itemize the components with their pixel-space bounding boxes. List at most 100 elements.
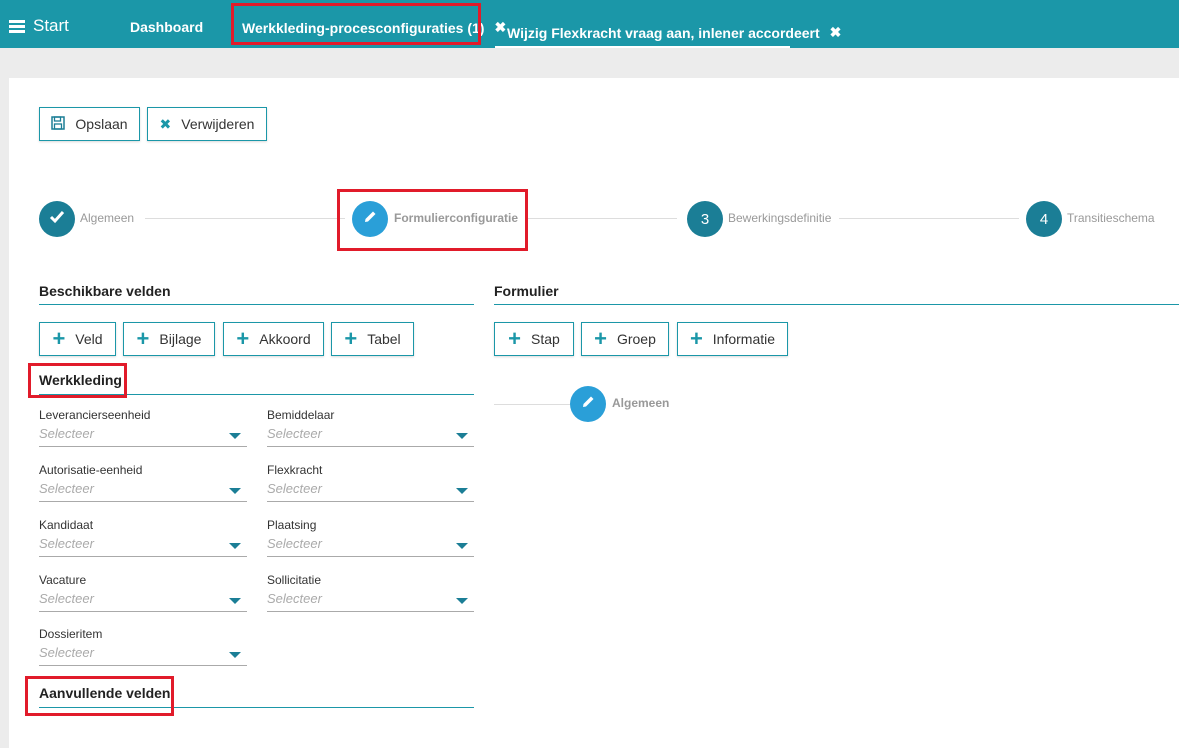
check-icon — [49, 210, 65, 228]
caret-down-icon — [229, 488, 241, 494]
add-veld-button[interactable]: + Veld — [39, 322, 116, 356]
field-label: Bemiddelaar — [267, 408, 335, 422]
field-label: Autorisatie-eenheid — [39, 463, 143, 477]
select-placeholder: Selecteer — [267, 536, 322, 551]
select-placeholder: Selecteer — [267, 426, 322, 441]
sollicitatie-select[interactable]: Selecteer — [267, 591, 474, 612]
button-label: Veld — [75, 331, 103, 347]
step-3-label: Bewerkingsdefinitie — [728, 211, 832, 225]
divider — [494, 304, 1179, 305]
select-placeholder: Selecteer — [267, 591, 322, 606]
plus-icon: + — [508, 326, 522, 351]
caret-down-icon — [456, 488, 468, 494]
plus-icon: + — [236, 326, 250, 351]
step-3[interactable]: 3 — [687, 201, 723, 237]
tab-wijzig-flexkracht[interactable]: Wijzig Flexkracht vraag aan, inlener acc… — [495, 12, 841, 48]
field-label: Dossieritem — [39, 627, 103, 641]
form-step-algemeen[interactable] — [570, 386, 606, 422]
close-icon[interactable]: ✖ — [830, 24, 842, 41]
pencil-icon — [362, 209, 378, 229]
delete-label: Verwijderen — [181, 116, 255, 132]
step-number: 4 — [1039, 210, 1049, 228]
add-bijlage-button[interactable]: + Bijlage — [123, 322, 215, 356]
field-label: Sollicitatie — [267, 573, 322, 587]
pencil-icon — [580, 394, 596, 414]
kandidaat-select[interactable]: Selecteer — [39, 536, 247, 557]
start-label: Start — [33, 16, 69, 35]
select-placeholder: Selecteer — [39, 426, 94, 441]
form-step-label: Algemeen — [612, 396, 670, 410]
add-akkoord-button[interactable]: + Akkoord — [223, 322, 324, 356]
add-stap-button[interactable]: + Stap — [494, 322, 574, 356]
dossieritem-select[interactable]: Selecteer — [39, 645, 247, 666]
tab-dashboard[interactable]: Dashboard — [130, 19, 203, 35]
step-4[interactable]: 4 — [1026, 201, 1062, 237]
available-fields-title: Beschikbare velden — [39, 283, 171, 299]
step-1-label: Algemeen — [80, 211, 135, 225]
plus-icon: + — [136, 326, 150, 351]
caret-down-icon — [229, 433, 241, 439]
plus-icon: + — [52, 326, 66, 351]
select-placeholder: Selecteer — [39, 645, 94, 660]
add-informatie-button[interactable]: + Informatie — [677, 322, 788, 356]
caret-down-icon — [456, 598, 468, 604]
step-2-active[interactable] — [352, 201, 388, 237]
field-label: Leverancierseenheid — [39, 408, 151, 422]
caret-down-icon — [229, 543, 241, 549]
field-label: Vacature — [39, 573, 87, 587]
step-number: 3 — [700, 210, 710, 228]
field-label: Flexkracht — [267, 463, 323, 477]
select-placeholder: Selecteer — [39, 481, 94, 496]
tab-label: Werkkleding-procesconfiguraties (1) — [242, 19, 485, 36]
bemiddelaar-select[interactable]: Selecteer — [267, 426, 474, 447]
leverancierseenheid-select[interactable]: Selecteer — [39, 426, 247, 447]
plus-icon: + — [344, 326, 358, 351]
caret-down-icon — [229, 652, 241, 658]
add-groep-button[interactable]: + Groep — [581, 322, 669, 356]
group-title-aanvullende-velden: Aanvullende velden — [39, 685, 171, 701]
form-step-line — [494, 404, 570, 405]
vacature-select[interactable]: Selecteer — [39, 591, 247, 612]
step-4-label: Transitieschema — [1067, 211, 1155, 225]
group-title-werkkleding: Werkkleding — [39, 372, 122, 388]
select-placeholder: Selecteer — [39, 536, 94, 551]
field-label: Plaatsing — [267, 518, 317, 532]
button-label: Bijlage — [159, 331, 202, 347]
caret-down-icon — [229, 598, 241, 604]
plaatsing-select[interactable]: Selecteer — [267, 536, 474, 557]
add-tabel-button[interactable]: + Tabel — [331, 322, 414, 356]
divider — [39, 394, 474, 395]
top-navigation-bar: Start Dashboard Werkkleding-procesconfig… — [0, 0, 1179, 48]
stepper-line — [145, 218, 345, 219]
close-icon: ✖ — [159, 115, 172, 132]
caret-down-icon — [456, 433, 468, 439]
step-1-done[interactable] — [39, 201, 75, 237]
stepper-line — [839, 218, 1019, 219]
button-label: Akkoord — [259, 331, 311, 347]
delete-button[interactable]: ✖ Verwijderen — [147, 107, 267, 141]
divider — [39, 707, 474, 708]
hamburger-icon — [9, 18, 25, 35]
save-label: Opslaan — [75, 116, 128, 132]
step-2-label: Formulierconfiguratie — [394, 211, 519, 225]
save-button[interactable]: Opslaan — [39, 107, 140, 141]
tab-label: Wijzig Flexkracht vraag aan, inlener acc… — [507, 24, 820, 41]
select-placeholder: Selecteer — [267, 481, 322, 496]
plus-icon: + — [594, 326, 607, 351]
button-label: Groep — [616, 331, 656, 347]
form-title: Formulier — [494, 283, 559, 299]
caret-down-icon — [456, 543, 468, 549]
field-label: Kandidaat — [39, 518, 94, 532]
floppy-disk-icon — [51, 115, 66, 133]
button-label: Informatie — [712, 331, 776, 347]
select-placeholder: Selecteer — [39, 591, 94, 606]
autorisatie-eenheid-select[interactable]: Selecteer — [39, 481, 247, 502]
tab-werkkleding-procesconfiguraties[interactable]: Werkkleding-procesconfiguraties (1) ✖ — [242, 19, 506, 36]
divider — [39, 304, 474, 305]
stepper-line — [527, 218, 677, 219]
main-card: Opslaan ✖ Verwijderen Algemeen Formulier… — [9, 78, 1179, 748]
flexkracht-select[interactable]: Selecteer — [267, 481, 474, 502]
start-menu-button[interactable]: Start — [9, 16, 69, 36]
button-label: Stap — [531, 331, 560, 347]
button-label: Tabel — [367, 331, 401, 347]
